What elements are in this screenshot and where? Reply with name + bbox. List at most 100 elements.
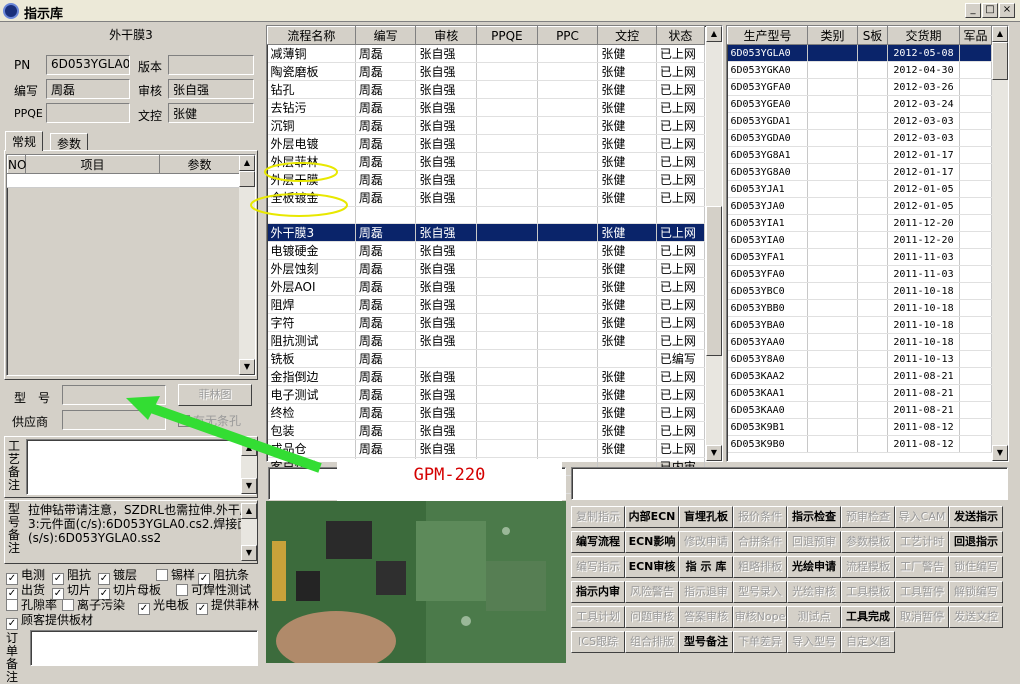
action-button[interactable]: 风险警告	[625, 581, 679, 603]
action-button[interactable]: 盲埋孔板	[679, 506, 733, 528]
table-row[interactable]: 阻抗测试 周磊 张自强 张健 已上网	[267, 331, 706, 350]
table-row[interactable]: 陶瓷磨板 周磊 张自强 张健 已上网	[267, 62, 706, 81]
param-row[interactable]	[7, 174, 239, 188]
param-col-value[interactable]: 参数	[159, 155, 240, 174]
production-col-header[interactable]: 生产型号	[727, 26, 808, 45]
action-button[interactable]: ECN审核	[625, 556, 679, 578]
action-button[interactable]: 组合排版	[625, 631, 679, 653]
message-box-right[interactable]	[571, 467, 1008, 500]
table-row[interactable]: 6D053YGDA1 2012-03-03	[727, 112, 992, 130]
action-button[interactable]: 发送指示	[949, 506, 1003, 528]
table-row[interactable]: 钻孔 周磊 张自强 张健 已上网	[267, 80, 706, 99]
action-button[interactable]: 复制指示	[571, 506, 625, 528]
action-button[interactable]: 编写指示	[571, 556, 625, 578]
action-button[interactable]: 锁住编写	[949, 556, 1003, 578]
scroll-thumb[interactable]	[706, 206, 722, 356]
maximize-button[interactable]: □	[982, 3, 998, 18]
scroll-thumb[interactable]	[239, 171, 255, 187]
process-col-header[interactable]: 文控	[597, 26, 657, 45]
scroll-down-icon[interactable]: ▼	[706, 445, 722, 461]
action-button[interactable]: 指示内审	[571, 581, 625, 603]
action-button[interactable]: 粗略排板	[733, 556, 787, 578]
table-row[interactable]	[267, 206, 706, 224]
doc-control-field[interactable]: 张健	[168, 103, 254, 123]
table-row[interactable]: 6D053YFA1 2011-11-03	[727, 248, 992, 266]
action-button[interactable]: 回退预审	[787, 531, 841, 553]
order-note-field[interactable]	[30, 630, 258, 666]
table-row[interactable]: 阻焊 周磊 张自强 张健 已上网	[267, 295, 706, 314]
table-row[interactable]: 6D053YFA0 2011-11-03	[727, 265, 992, 283]
action-button[interactable]: 导入CAM	[895, 506, 949, 528]
action-button[interactable]: 修改申请	[679, 531, 733, 553]
process-col-header[interactable]: 状态	[655, 26, 706, 45]
table-row[interactable]: 6D053YGLA0 2012-05-08	[727, 44, 992, 62]
production-col-header[interactable]: 类别	[807, 26, 858, 45]
action-button[interactable]: 流程模板	[841, 556, 895, 578]
table-row[interactable]: 外层蚀刻 周磊 张自强 张健 已上网	[267, 259, 706, 278]
minimize-button[interactable]: _	[965, 3, 981, 18]
process-note-field[interactable]	[26, 439, 256, 495]
scroll-thumb[interactable]	[992, 42, 1008, 80]
process-note-scrollbar[interactable]: ▲ ▼	[241, 440, 257, 494]
scroll-up-icon[interactable]: ▲	[239, 155, 255, 171]
process-col-header[interactable]: 流程名称	[267, 26, 356, 45]
table-row[interactable]: 减薄铜 周磊 张自强 张健 已上网	[267, 44, 706, 63]
action-button[interactable]: 光绘申请	[787, 556, 841, 578]
table-row[interactable]: 金指倒边 周磊 张自强 张健 已上网	[267, 367, 706, 386]
action-button[interactable]: 发送文控	[949, 606, 1003, 628]
table-row[interactable]: 沉铜 周磊 张自强 张健 已上网	[267, 116, 706, 135]
action-button[interactable]: 工厂警告	[895, 556, 949, 578]
table-row[interactable]: 6D053YG8A1 2012-01-17	[727, 146, 992, 164]
action-button[interactable]: 工艺计时	[895, 531, 949, 553]
table-row[interactable]: 外干膜3 周磊 张自强 张健 已上网	[267, 223, 706, 242]
action-button[interactable]: 光绘审核	[787, 581, 841, 603]
action-button[interactable]: 预审检查	[841, 506, 895, 528]
production-col-header[interactable]: 军品	[959, 26, 992, 45]
table-row[interactable]: 6D053YJA0 2012-01-05	[727, 197, 992, 215]
action-button[interactable]: 下单差异	[733, 631, 787, 653]
supplier-field[interactable]	[62, 410, 166, 430]
scroll-down-icon[interactable]: ▼	[241, 545, 257, 561]
table-row[interactable]: 6D053YG8A0 2012-01-17	[727, 163, 992, 181]
process-col-header[interactable]: PPQE	[476, 26, 538, 45]
table-row[interactable]: 6D053KAA0 2011-08-21	[727, 401, 992, 419]
action-button[interactable]: 内部ECN	[625, 506, 679, 528]
production-col-header[interactable]: 交货期	[887, 26, 960, 45]
table-row[interactable]: 6D053YGFA0 2012-03-26	[727, 78, 992, 96]
pn-field[interactable]: 6D053YGLA0	[46, 55, 130, 75]
scroll-up-icon[interactable]: ▲	[241, 503, 257, 519]
table-row[interactable]: 6D053K9B1 2011-08-12	[727, 418, 992, 436]
table-row[interactable]: 终检 周磊 张自强 张健 已上网	[267, 403, 706, 422]
process-col-header[interactable]: PPC	[536, 26, 599, 45]
action-button[interactable]: 型号备注	[679, 631, 733, 653]
action-button[interactable]: ICS跟踪	[571, 631, 625, 653]
process-table-scrollbar[interactable]: ▲ ▼	[706, 26, 722, 461]
process-col-header[interactable]: 审核	[415, 26, 478, 45]
table-row[interactable]: 6D053YJA1 2012-01-05	[727, 180, 992, 198]
checkbox[interactable]: ✓ 顾客提供板材	[6, 611, 93, 630]
table-row[interactable]: 字符 周磊 张自强 张健 已上网	[267, 313, 706, 332]
action-button[interactable]: 工具计划	[571, 606, 625, 628]
param-col-no[interactable]: NO	[7, 155, 26, 174]
action-button[interactable]: 指示退审	[679, 581, 733, 603]
table-row[interactable]: 外层AOI 周磊 张自强 张健 已上网	[267, 277, 706, 296]
action-button[interactable]: 问题审核	[625, 606, 679, 628]
table-row[interactable]: 6D053YGKA0 2012-04-30	[727, 61, 992, 79]
action-button[interactable]: 型号录入	[733, 581, 787, 603]
table-row[interactable]: 6D053YIA1 2011-12-20	[727, 214, 992, 232]
version-field[interactable]	[168, 55, 254, 75]
table-row[interactable]: 外层菲林 周磊 张自强 张健 已上网	[267, 152, 706, 171]
action-button[interactable]: 回退指示	[949, 531, 1003, 553]
table-row[interactable]: 包装 周磊 张自强 张健 已上网	[267, 421, 706, 440]
reviewer-field[interactable]: 张自强	[168, 79, 254, 99]
action-button[interactable]: 答案审核	[679, 606, 733, 628]
film-drawing-button[interactable]: 菲林图	[178, 384, 252, 406]
action-button[interactable]: 取消暂停	[895, 606, 949, 628]
author-field[interactable]: 周磊	[46, 79, 130, 99]
checkbox[interactable]: ✓ 光电板	[138, 596, 189, 615]
ppqe-field[interactable]	[46, 103, 130, 123]
table-row[interactable]: 电镀硬金 周磊 张自强 张健 已上网	[267, 241, 706, 260]
table-row[interactable]: 6D053YGDA0 2012-03-03	[727, 129, 992, 147]
action-button[interactable]: 指 示 库	[679, 556, 733, 578]
action-button[interactable]: 自定义图	[841, 631, 895, 653]
